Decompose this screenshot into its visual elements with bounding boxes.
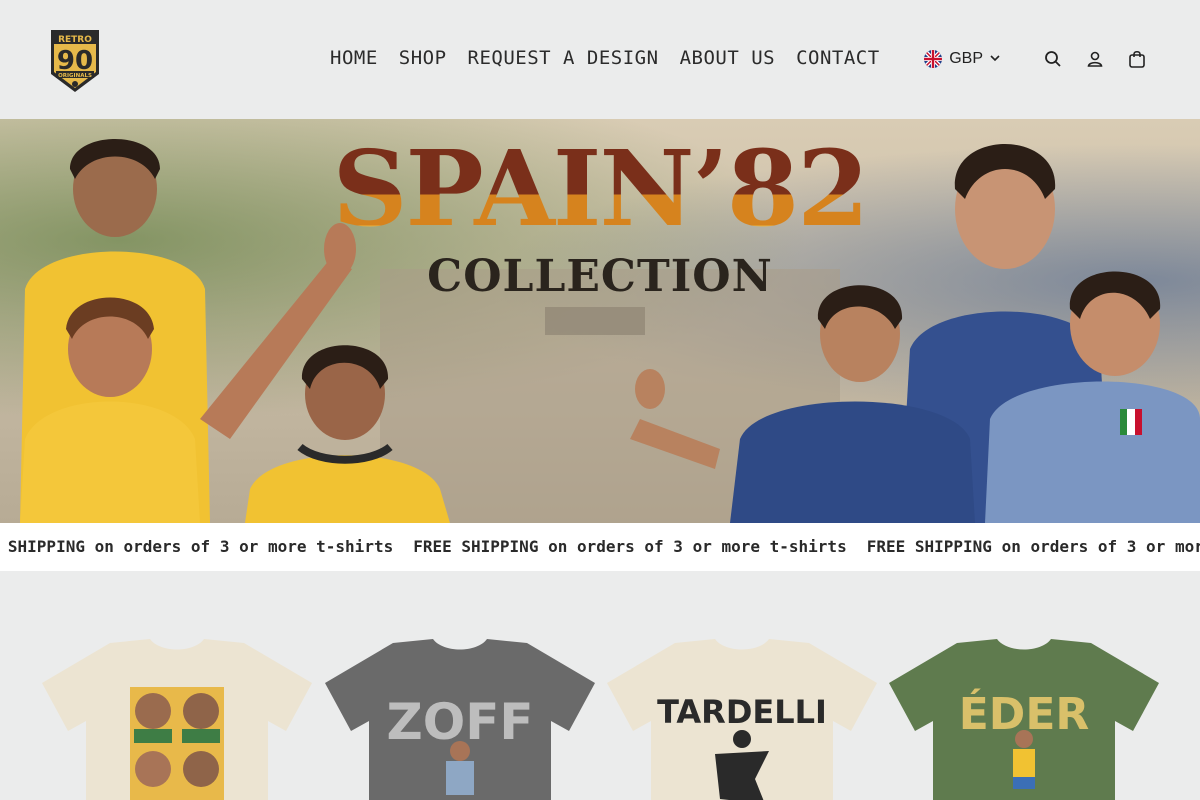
logo-bottom-text: ORIGINALS xyxy=(58,73,92,79)
uk-flag-icon xyxy=(924,50,943,68)
announcement-text: FREE SHIPPING on orders of 3 or more t-s… xyxy=(413,537,847,556)
currency-selector[interactable]: GBP xyxy=(924,50,1000,68)
product-card[interactable]: ZOFF xyxy=(323,639,597,800)
hero-title-text: SPAIN’82 xyxy=(332,127,869,250)
announcement-text: EE SHIPPING on orders of 3 or more t-shi… xyxy=(0,537,394,556)
account-icon[interactable] xyxy=(1084,48,1106,70)
cart-icon[interactable] xyxy=(1126,48,1148,70)
header-tools: GBP xyxy=(924,48,1148,70)
product-card[interactable] xyxy=(40,639,314,800)
print-text: TARDELLI xyxy=(657,693,827,731)
logo-top-text: RETRO xyxy=(58,35,92,45)
retro-90-logo[interactable]: RETRO 90 ORIGINALS xyxy=(47,26,103,94)
tshirt-image: ÉDER xyxy=(889,639,1159,800)
tshirt-image: ZOFF xyxy=(325,639,595,800)
main-nav: HOME SHOP REQUEST A DESIGN ABOUT US CONT… xyxy=(330,47,880,69)
site-header: RETRO 90 ORIGINALS HOME SHOP REQUEST A D… xyxy=(0,0,1200,119)
chevron-down-icon xyxy=(990,50,1000,68)
hero-subtitle: COLLECTION xyxy=(427,251,773,302)
currency-label: GBP xyxy=(949,50,983,67)
tshirt-image xyxy=(42,639,312,800)
nav-request-a-design[interactable]: REQUEST A DESIGN xyxy=(468,47,659,69)
hero-title: SPAIN’82 xyxy=(0,137,1200,241)
tshirt-image: TARDELLI xyxy=(607,639,877,800)
product-card[interactable]: TARDELLI xyxy=(605,639,879,800)
italy-player-3 xyxy=(985,271,1200,523)
announcement-text: FREE SHIPPING on orders of 3 or more t-s… xyxy=(866,537,1200,556)
search-icon[interactable] xyxy=(1042,48,1064,70)
nav-about-us[interactable]: ABOUT US xyxy=(680,47,776,69)
nav-shop[interactable]: SHOP xyxy=(399,47,447,69)
product-card[interactable]: ÉDER xyxy=(887,639,1161,800)
announcement-bar: EE SHIPPING on orders of 3 or more t-shi… xyxy=(0,523,1200,571)
nav-home[interactable]: HOME xyxy=(330,47,378,69)
nav-contact[interactable]: CONTACT xyxy=(796,47,880,69)
hero-banner[interactable]: SPAIN’82 COLLECTION xyxy=(0,119,1200,523)
product-grid: ZOFF TARDELLI ÉDER xyxy=(0,571,1200,800)
announcement-track: EE SHIPPING on orders of 3 or more t-shi… xyxy=(0,537,1200,556)
